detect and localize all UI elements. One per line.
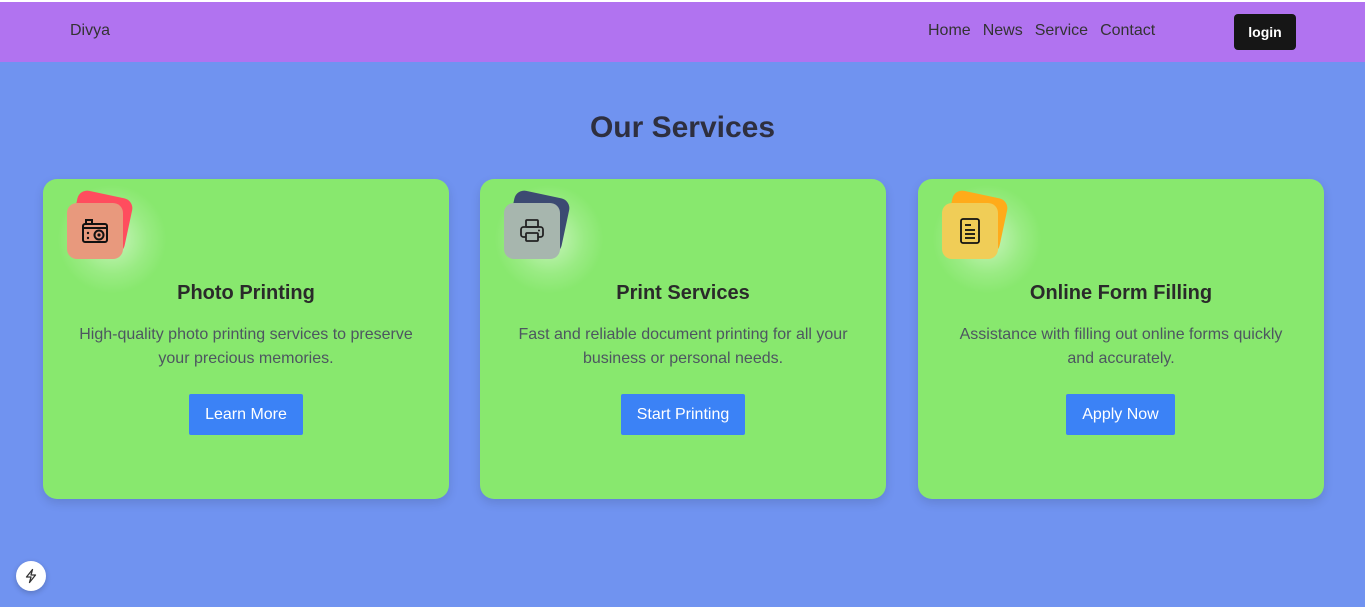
nav-link-contact[interactable]: Contact	[1100, 22, 1155, 40]
service-card-print-services: Print Services Fast and reliable documen…	[480, 179, 886, 499]
card-title: Print Services	[616, 282, 750, 304]
nav-link-news[interactable]: News	[983, 22, 1023, 40]
start-printing-button[interactable]: Start Printing	[621, 394, 745, 435]
nav-links: Home News Service Contact	[928, 22, 1155, 40]
camera-icon	[67, 203, 123, 259]
service-card-online-form-filling: Online Form Filling Assistance with fill…	[918, 179, 1324, 499]
card-description: High-quality photo printing services to …	[79, 326, 413, 367]
card-title: Photo Printing	[177, 282, 315, 304]
lightning-icon	[25, 568, 37, 584]
card-description: Fast and reliable document printing for …	[518, 326, 848, 367]
nav-link-home[interactable]: Home	[928, 22, 971, 40]
service-card-photo-printing: Photo Printing High-quality photo printi…	[43, 179, 449, 499]
navbar: Divya Home News Service Contact login	[0, 2, 1365, 62]
brand-name[interactable]: Divya	[70, 22, 110, 40]
nav-link-service[interactable]: Service	[1035, 22, 1088, 40]
login-button[interactable]: login	[1234, 14, 1296, 50]
apply-now-button[interactable]: Apply Now	[1066, 394, 1175, 435]
card-title: Online Form Filling	[1029, 282, 1213, 304]
form-document-icon	[942, 203, 998, 259]
section-title: Our Services	[589, 111, 776, 144]
lightning-button[interactable]	[16, 561, 46, 591]
learn-more-button[interactable]: Learn More	[189, 394, 303, 435]
card-description: Assistance with filling out online forms…	[959, 326, 1283, 367]
printer-icon	[504, 203, 560, 259]
